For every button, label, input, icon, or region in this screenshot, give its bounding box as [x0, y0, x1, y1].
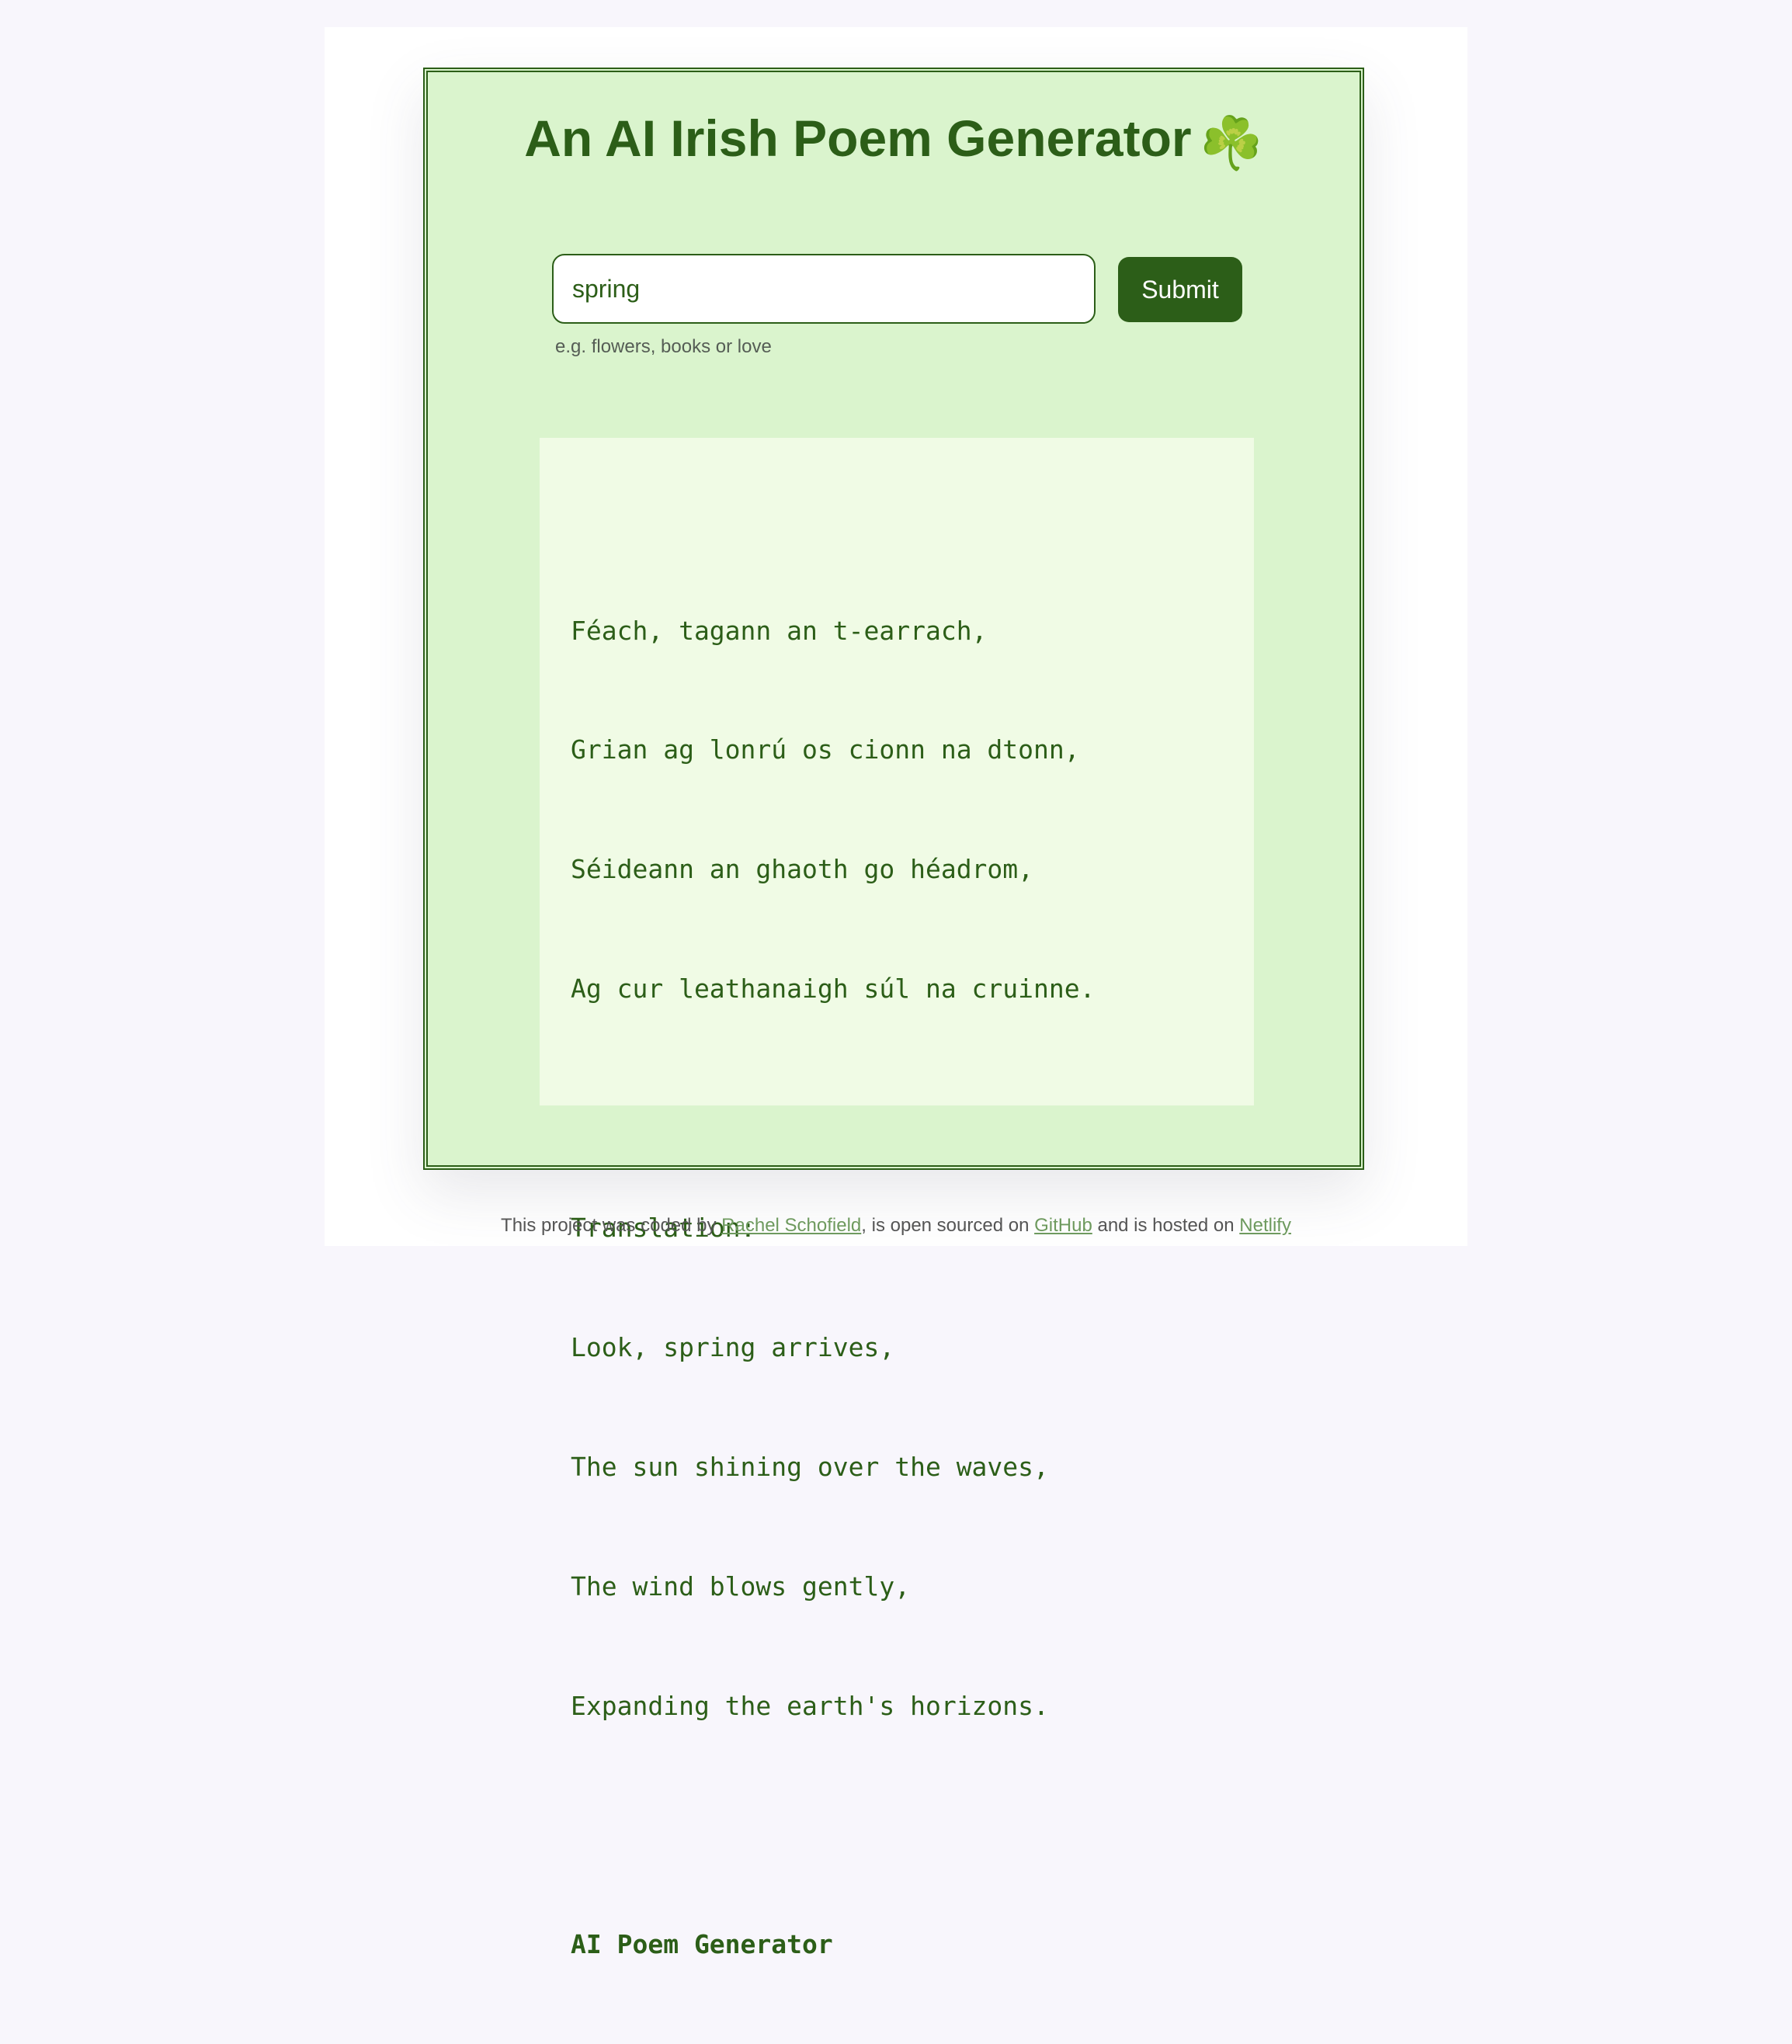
footer-text: , is open sourced on — [861, 1215, 1035, 1236]
footer-text: This project was coded by — [501, 1215, 722, 1236]
page-title: An AI Irish Poem Generator ☘️ — [428, 109, 1360, 174]
poem-line: Féach, tagann an t-earrach, — [571, 615, 988, 646]
stanza-gap — [571, 1806, 1096, 1845]
translation-line: The wind blows gently, — [571, 1570, 911, 1602]
poem-line: Séideann an ghaoth go héadrom, — [571, 854, 1034, 885]
translation-line: Expanding the earth's horizons. — [571, 1690, 1049, 1721]
shamrock-icon: ☘️ — [1199, 114, 1263, 172]
poem-text: Féach, tagann an t-earrach, Grian ag lon… — [571, 531, 1096, 2044]
netlify-link[interactable]: Netlify — [1239, 1215, 1291, 1236]
input-hint: e.g. flowers, books or love — [555, 336, 772, 357]
page-footer: This project was coded by Rachel Schofie… — [0, 1215, 1792, 1237]
title-text: An AI Irish Poem Generator — [524, 109, 1192, 167]
poem-output: Féach, tagann an t-earrach, Grian ag lon… — [540, 438, 1254, 1959]
poem-signature: AI Poem Generator — [571, 1929, 833, 1960]
submit-button[interactable]: Submit — [1118, 257, 1242, 322]
search-input[interactable] — [552, 254, 1096, 324]
stanza-gap — [571, 1088, 1096, 1128]
poem-line: Ag cur leathanaigh súl na cruinne. — [571, 973, 1096, 1005]
poem-generator-card: An AI Irish Poem Generator☘️ Submit e.g.… — [423, 68, 1364, 1959]
footer-text: and is hosted on — [1092, 1215, 1240, 1236]
poem-line: Grian ag lonrú os cionn na dtonn, — [571, 734, 1080, 765]
translation-line: Look, spring arrives, — [571, 1331, 895, 1362]
translation-line: The sun shining over the waves, — [571, 1451, 1049, 1482]
author-link[interactable]: Rachel Schofield — [721, 1215, 861, 1236]
github-link[interactable]: GitHub — [1034, 1215, 1092, 1236]
